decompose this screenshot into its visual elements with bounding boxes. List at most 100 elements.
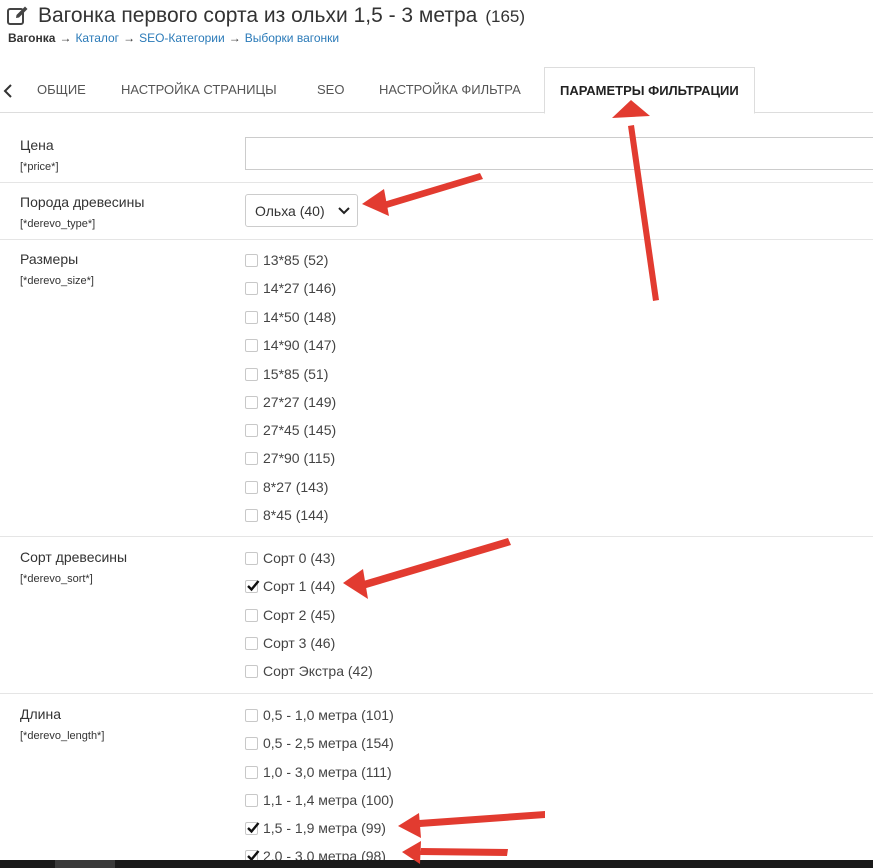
page-title: Вагонка первого сорта из ольхи 1,5 - 3 м…	[38, 4, 478, 27]
breadcrumb-link-catalog[interactable]: Каталог	[75, 31, 119, 45]
field-label-type: Порода древесины	[20, 194, 145, 210]
option-label: Сорт 3 (46)	[263, 635, 336, 651]
field-label-length: Длина	[20, 706, 61, 722]
field-label-size: Размеры	[20, 251, 79, 267]
length-option[interactable]: 1,5 - 1,9 метра (99)	[245, 818, 386, 838]
size-option[interactable]: 27*90 (115)	[245, 448, 335, 468]
checkbox[interactable]	[245, 736, 258, 750]
sort-option[interactable]: Сорт 1 (44)	[245, 576, 335, 596]
option-label: 14*27 (146)	[263, 280, 337, 296]
checkbox[interactable]	[245, 608, 258, 622]
length-option[interactable]: 1,0 - 3,0 метра (111)	[245, 762, 392, 782]
tab-bar: ОБЩИЕ НАСТРОЙКА СТРАНИЦЫ SEO НАСТРОЙКА Ф…	[0, 67, 873, 114]
size-option[interactable]: 8*27 (143)	[245, 477, 328, 497]
option-label: 1,5 - 1,9 метра (99)	[263, 820, 386, 836]
option-label: 0,5 - 1,0 метра (101)	[263, 707, 394, 723]
length-option[interactable]: 1,1 - 1,4 метра (100)	[245, 790, 394, 810]
option-label: Сорт 2 (45)	[263, 607, 336, 623]
size-option[interactable]: 15*85 (51)	[245, 364, 328, 384]
checkbox[interactable]	[245, 338, 258, 352]
tab-page-settings[interactable]: НАСТРОЙКА СТРАНИЦЫ	[121, 67, 277, 113]
page-header: Вагонка первого сорта из ольхи 1,5 - 3 м…	[6, 2, 525, 30]
chevron-left-icon[interactable]	[0, 81, 16, 101]
field-label-sort: Сорт древесины	[20, 549, 128, 565]
checkmark-icon	[247, 821, 260, 833]
checkbox[interactable]	[245, 310, 258, 324]
chevron-down-icon	[338, 207, 350, 215]
option-label: Сорт 0 (43)	[263, 550, 336, 566]
price-input[interactable]	[245, 137, 873, 170]
checkbox[interactable]	[245, 480, 258, 494]
sort-option[interactable]: Сорт Экстра (42)	[245, 661, 373, 681]
field-key-sort: [*derevo_sort*]	[20, 573, 93, 585]
tab-general[interactable]: ОБЩИЕ	[37, 67, 86, 113]
checkbox[interactable]	[245, 281, 258, 295]
field-row-sort: Сорт древесины [*derevo_sort*]	[0, 537, 873, 694]
wood-type-selected: Ольха (40)	[255, 203, 325, 219]
wood-type-select[interactable]: Ольха (40)	[245, 194, 358, 227]
option-label: Сорт Экстра (42)	[263, 663, 373, 679]
size-option[interactable]: 14*90 (147)	[245, 335, 336, 355]
breadcrumb-current: Вагонка	[8, 31, 56, 45]
breadcrumb-separator: →	[123, 31, 136, 45]
field-key-type: [*derevo_type*]	[20, 218, 96, 230]
length-option[interactable]: 0,5 - 1,0 метра (101)	[245, 705, 394, 725]
checkbox[interactable]	[245, 253, 258, 267]
checkbox-checked[interactable]	[245, 579, 260, 593]
field-row-size: Размеры [*derevo_size*]	[0, 240, 873, 537]
option-label: 1,0 - 3,0 метра (111)	[263, 764, 392, 780]
sort-option[interactable]: Сорт 3 (46)	[245, 633, 335, 653]
taskbar-button[interactable]	[55, 860, 115, 868]
size-option[interactable]: 14*27 (146)	[245, 278, 336, 298]
option-label: 1,1 - 1,4 метра (100)	[263, 792, 394, 808]
sort-option[interactable]: Сорт 2 (45)	[245, 605, 335, 625]
option-label: Сорт 1 (44)	[263, 578, 336, 594]
length-option[interactable]: 0,5 - 2,5 метра (154)	[245, 733, 394, 753]
checkbox[interactable]	[245, 395, 258, 409]
breadcrumb: Вагонка → Каталог → SEO-Категории → Выбо…	[8, 31, 339, 45]
checkbox[interactable]	[245, 664, 258, 678]
option-label: 8*27 (143)	[263, 479, 329, 495]
size-option[interactable]: 8*45 (144)	[245, 505, 328, 525]
checkbox[interactable]	[245, 765, 258, 779]
checkmark-icon	[247, 579, 260, 591]
edit-icon	[7, 6, 28, 25]
checkbox[interactable]	[245, 451, 258, 465]
breadcrumb-separator: →	[59, 31, 72, 45]
option-label: 27*90 (115)	[263, 450, 336, 466]
checkbox[interactable]	[245, 423, 258, 437]
breadcrumb-separator: →	[228, 31, 241, 45]
field-key-size: [*derevo_size*]	[20, 275, 94, 287]
tab-filter-parameters[interactable]: ПАРАМЕТРЫ ФИЛЬТРАЦИИ	[544, 67, 755, 114]
page-count: (165)	[485, 7, 526, 26]
checkbox[interactable]	[245, 551, 258, 565]
checkbox[interactable]	[245, 793, 258, 807]
checkbox[interactable]	[245, 367, 258, 381]
field-key-length: [*derevo_length*]	[20, 730, 105, 742]
checkbox[interactable]	[245, 708, 258, 722]
checkbox[interactable]	[245, 508, 258, 522]
option-label: 27*45 (145)	[263, 422, 337, 438]
sort-option[interactable]: Сорт 0 (43)	[245, 548, 335, 568]
breadcrumb-link-selections[interactable]: Выборки вагонки	[245, 31, 339, 45]
size-option[interactable]: 14*50 (148)	[245, 307, 336, 327]
size-option[interactable]: 27*45 (145)	[245, 420, 336, 440]
field-label-price: Цена	[20, 137, 54, 153]
option-label: 27*27 (149)	[263, 394, 337, 410]
option-label: 8*45 (144)	[263, 507, 329, 523]
taskbar	[0, 860, 873, 868]
option-label: 14*90 (147)	[263, 337, 337, 353]
option-label: 0,5 - 2,5 метра (154)	[263, 735, 394, 751]
checkbox[interactable]	[245, 636, 258, 650]
checkbox-checked[interactable]	[245, 821, 260, 835]
tab-seo[interactable]: SEO	[317, 67, 344, 113]
option-label: 13*85 (52)	[263, 252, 329, 268]
option-label: 14*50 (148)	[263, 309, 337, 325]
tab-filter-settings[interactable]: НАСТРОЙКА ФИЛЬТРА	[379, 67, 521, 113]
size-option[interactable]: 27*27 (149)	[245, 392, 336, 412]
field-row-type: Порода древесины [*derevo_type*]	[0, 183, 873, 240]
option-label: 15*85 (51)	[263, 366, 329, 382]
size-option[interactable]: 13*85 (52)	[245, 250, 328, 270]
field-row-length: Длина [*derevo_length*]	[0, 694, 873, 860]
breadcrumb-link-seo-categories[interactable]: SEO-Категории	[139, 31, 225, 45]
